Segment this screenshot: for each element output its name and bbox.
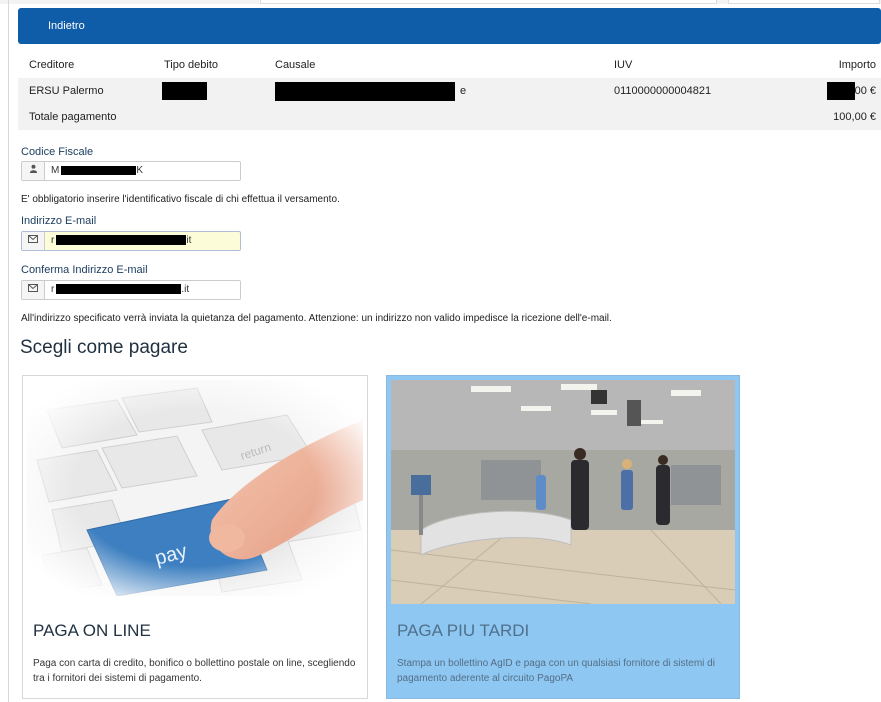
envelope-icon [22,232,45,250]
column-header-creditore: Creditore [29,59,75,71]
cell-importo: 00 € [776,78,881,104]
codice-fiscale-value: MK [51,162,143,180]
keyboard-photo: return pay [27,380,363,596]
email-field[interactable]: r it [21,231,241,251]
confirm-email-field[interactable]: r .it [21,280,241,300]
payment-table: Creditore Tipo debito Causale IUV Import… [18,52,881,130]
section-title: Scegli come pagare [20,337,188,358]
redaction-mask [56,235,187,246]
confirm-prefix: r [51,284,55,295]
column-header-tipo-debito: Tipo debito [164,59,219,71]
page-border [8,0,9,702]
cell-creditore: ERSU Palermo [18,78,153,104]
redaction-mask [56,284,182,295]
codice-fiscale-field[interactable]: MK [21,161,241,181]
cell-causale-text: e [460,84,467,97]
pay-online-title: PAGA ON LINE [33,621,151,640]
email-value: r it [51,232,191,250]
total-label: Totale pagamento [18,104,777,130]
redaction-mask [826,82,855,100]
header-bar: Indietro [18,8,881,44]
email-note: All'indirizzo specificato verrà inviata … [21,313,612,324]
envelope-icon [22,281,45,299]
confirm-email-label: Conferma Indirizzo E-mail [21,264,148,276]
redaction-mask [275,81,455,101]
email-suffix: it [186,235,192,246]
confirm-suffix: .it [181,284,190,295]
cf-prefix: M [51,165,60,176]
redaction-mask [61,165,137,175]
pay-later-title: PAGA PIU TARDI [397,621,530,640]
cell-iuv: 0110000000004821 [603,78,777,104]
browser-tab [260,0,717,4]
cell-importo-text: 00 € [854,84,876,97]
codice-fiscale-label: Codice Fiscale [21,146,94,158]
user-icon [22,162,45,180]
total-value: 100,00 € [776,104,881,130]
email-prefix: r [51,235,55,246]
cell-causale: e [264,78,603,104]
browser-strip [0,0,881,4]
pay-online-option[interactable]: return pay PAGA ON LINE Paga con carta d… [22,375,368,699]
table-total-row: Totale pagamento 100,00 € [18,104,881,130]
pay-later-option[interactable]: PAGA PIU TARDI Stampa un bollettino AgID… [386,375,740,699]
email-label: Indirizzo E-mail [21,215,97,227]
confirm-email-value: r .it [51,281,189,299]
table-header-row: Creditore Tipo debito Causale IUV Import… [18,52,881,78]
cell-tipo-debito [153,78,264,104]
cf-suffix: K [136,165,144,176]
column-header-iuv: IUV [614,59,633,71]
redaction-mask [162,82,207,100]
pay-online-description: Paga con carta di credito, bonifico o bo… [33,658,356,684]
column-header-importo: Importo [838,59,876,71]
bank-office-photo [391,380,735,604]
pay-later-description: Stampa un bollettino AgID e paga con un … [397,658,715,684]
table-row: ERSU Palermo e 0110000000004821 00 € [18,78,881,104]
column-header-causale: Causale [275,59,316,71]
browser-tab [728,0,880,4]
cf-note: E' obbligatorio inserire l'identificativ… [21,194,340,205]
back-link[interactable]: Indietro [48,8,85,44]
